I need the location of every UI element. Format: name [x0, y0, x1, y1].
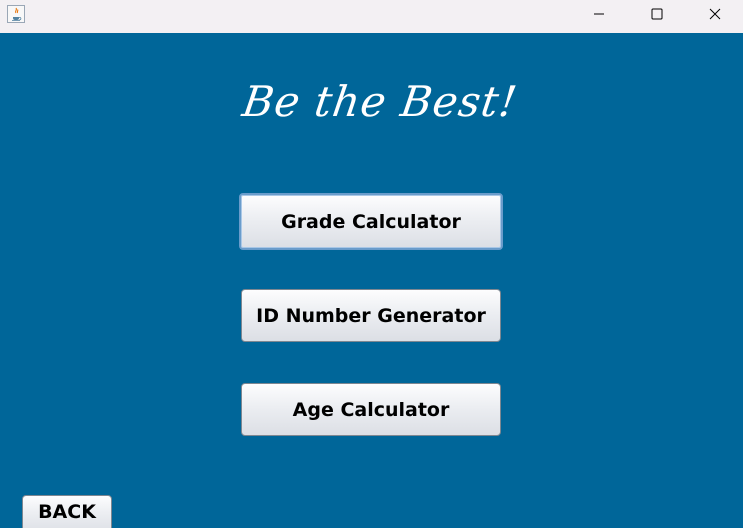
- age-calculator-button[interactable]: Age Calculator: [241, 383, 501, 436]
- close-button[interactable]: [686, 0, 743, 28]
- maximize-icon: [651, 8, 663, 20]
- main-panel: Be the Best! Grade Calculator ID Number …: [0, 33, 743, 528]
- headline-title: Be the Best!: [239, 77, 521, 126]
- back-button[interactable]: BACK: [22, 495, 112, 528]
- id-number-generator-button[interactable]: ID Number Generator: [241, 289, 501, 342]
- maximize-button[interactable]: [628, 0, 686, 28]
- minimize-button[interactable]: [570, 0, 628, 28]
- close-icon: [709, 8, 721, 20]
- java-icon[interactable]: [7, 5, 25, 23]
- app-window: Be the Best! Grade Calculator ID Number …: [0, 0, 743, 528]
- title-bar: [0, 0, 743, 33]
- minimize-icon: [593, 8, 605, 20]
- grade-calculator-button[interactable]: Grade Calculator: [239, 193, 503, 250]
